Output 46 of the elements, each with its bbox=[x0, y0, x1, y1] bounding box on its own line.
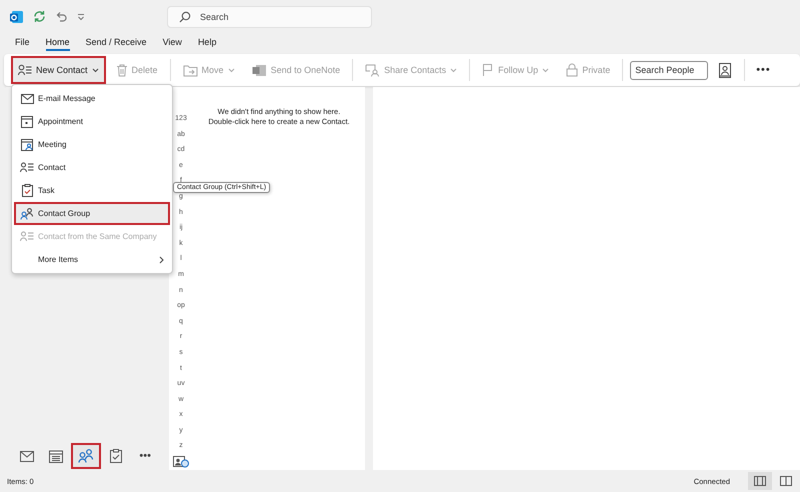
calendar-icon bbox=[49, 450, 64, 462]
contact-card-icon bbox=[20, 231, 34, 242]
people-icon bbox=[20, 208, 34, 220]
menu-tab[interactable]: View bbox=[162, 35, 182, 51]
menu-item[interactable]: More Items bbox=[14, 248, 170, 271]
menu-item[interactable]: E-mail Message bbox=[14, 87, 170, 110]
address-book-icon[interactable] bbox=[719, 62, 732, 78]
clipboard-check-icon bbox=[22, 184, 32, 197]
people-icon bbox=[78, 449, 94, 463]
contact-card-globe-icon[interactable] bbox=[173, 456, 189, 468]
nav-people-button[interactable] bbox=[71, 443, 101, 469]
search-icon bbox=[179, 10, 191, 22]
contact-card-icon bbox=[20, 162, 34, 173]
menu-tab[interactable]: Home bbox=[46, 35, 70, 51]
calendar-icon bbox=[21, 116, 33, 128]
folder-arrow-icon bbox=[182, 64, 198, 76]
view-icon bbox=[780, 476, 792, 486]
clipboard-check-icon bbox=[110, 449, 122, 463]
mail-icon bbox=[20, 94, 34, 104]
mail-icon bbox=[20, 450, 34, 462]
flag-icon bbox=[482, 63, 494, 77]
search-field[interactable]: Search bbox=[167, 6, 372, 28]
app-logo-icon bbox=[10, 10, 24, 24]
menu-tab[interactable]: Help bbox=[198, 35, 216, 51]
ribbon-button[interactable]: New Contact bbox=[11, 56, 106, 84]
customize-caret-icon[interactable] bbox=[77, 12, 85, 20]
menu-tab[interactable]: File bbox=[15, 35, 30, 51]
menu-item[interactable]: Contact bbox=[14, 156, 170, 179]
more-options-button[interactable]: ••• bbox=[750, 64, 777, 76]
menu-item[interactable]: Appointment bbox=[14, 110, 170, 133]
more-apps-button[interactable]: ••• bbox=[130, 443, 160, 469]
lock-icon bbox=[566, 63, 578, 77]
notebook-icon bbox=[252, 64, 267, 76]
menu-tab[interactable]: Send / Receive bbox=[86, 35, 147, 51]
menu-item[interactable]: Task bbox=[14, 179, 170, 202]
contact-card-icon bbox=[18, 64, 32, 76]
normal-view-button[interactable] bbox=[748, 472, 772, 490]
menu-item[interactable]: Contact Group bbox=[14, 202, 170, 225]
undo-icon[interactable] bbox=[55, 10, 68, 23]
share-contact-icon bbox=[365, 64, 380, 76]
calendar-person-icon bbox=[20, 138, 34, 150]
trash-icon bbox=[116, 64, 128, 76]
menu-item[interactable]: Meeting bbox=[14, 133, 170, 156]
view-icon bbox=[754, 476, 766, 486]
search-people-field[interactable]: Search People bbox=[630, 60, 708, 80]
sync-icon[interactable] bbox=[33, 10, 46, 23]
